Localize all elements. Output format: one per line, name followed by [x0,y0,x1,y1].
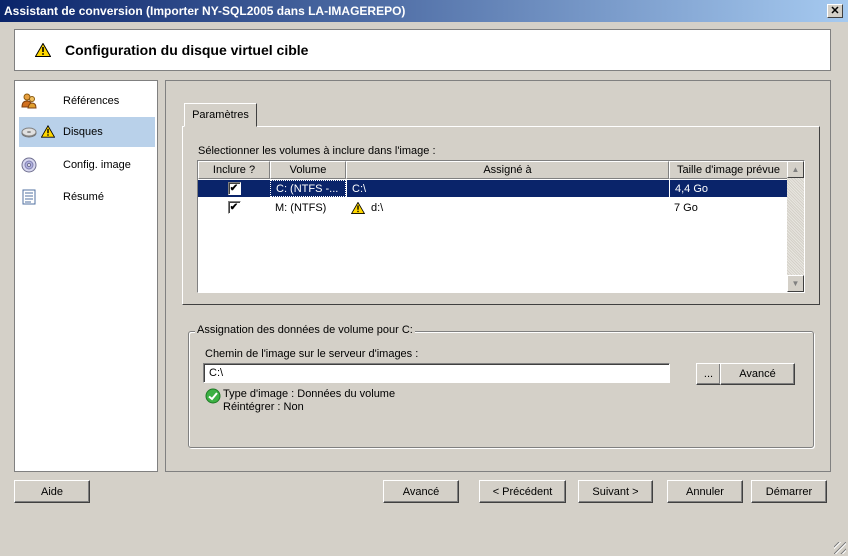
advanced-label: Avancé [402,485,440,498]
include-cell: ✔ [198,180,270,197]
warning-icon [351,201,365,214]
arrow-up-icon: ▲ [791,165,800,174]
column-header-size[interactable]: Taille d'image prévue [669,161,788,179]
nav-item-label: Disques [63,126,103,138]
volume-cell: M: (NTFS) [275,201,327,214]
include-cell: ✔ [198,199,270,216]
reintegrate-text: Réintégrer : Non [223,401,304,413]
window-title: Assistant de conversion (Importer NY-SQL… [4,4,406,18]
browse-button[interactable]: ... [696,363,721,385]
image-path-input[interactable] [203,363,670,383]
warning-icon [35,43,51,57]
arrow-down-icon: ▼ [791,279,800,288]
header-panel: Configuration du disque virtuel cible [14,29,831,71]
scroll-up-button[interactable]: ▲ [787,161,804,178]
users-icon [21,93,37,109]
assigned-cell: C:\ [346,180,669,197]
cancel-label: Annuler [686,485,724,498]
volumes-list[interactable]: Inclure ? Volume Assigné à Taille d'imag… [197,160,805,293]
previous-button[interactable]: < Précédent [479,480,566,503]
advanced-button[interactable]: Avancé [383,480,459,503]
page-title: Configuration du disque virtuel cible [65,42,309,58]
next-label: Suivant > [592,485,639,498]
image-info: Type d'image : Données du volume Réintég… [205,388,395,414]
advanced-label: Avancé [739,368,776,380]
close-icon: ✕ [830,4,840,17]
column-header-include[interactable]: Inclure ? [198,161,270,179]
warning-icon [40,124,56,141]
previous-label: < Précédent [492,485,553,498]
check-icon: ✔ [229,201,239,213]
path-label: Chemin de l'image sur le serveur d'image… [205,348,419,360]
include-checkbox[interactable]: ✔ [227,201,241,214]
image-type-text: Type d'image : Données du volume [223,388,396,400]
column-header-volume[interactable]: Volume [270,161,346,179]
nav-item-references[interactable]: Références [19,86,155,116]
scroll-down-button[interactable]: ▼ [787,275,804,292]
check-circle-icon [205,388,221,404]
table-row[interactable]: ✔ M: (NTFS) d:\ 7 Go [198,199,788,216]
list-header: Inclure ? Volume Assigné à Taille d'imag… [198,161,788,179]
volume-cell: C: (NTFS -... [270,180,346,197]
cancel-button[interactable]: Annuler [667,480,743,503]
help-button[interactable]: Aide [14,480,90,503]
group-advanced-button[interactable]: Avancé [720,363,795,385]
cd-icon [21,157,37,173]
tab-panel: Sélectionner les volumes à inclure dans … [182,126,820,305]
size-cell: 4,4 Go [669,180,788,197]
title-bar[interactable]: Assistant de conversion (Importer NY-SQL… [0,0,848,22]
group-legend: Assignation des données de volume pour C… [195,324,415,336]
content-panel: Paramètres Sélectionner les volumes à in… [165,80,831,472]
volumes-label: Sélectionner les volumes à inclure dans … [198,145,436,157]
volume-assignment-group: Assignation des données de volume pour C… [188,324,814,448]
wizard-nav: Références Disques Config. image Résumé [14,80,158,472]
disk-icon [21,124,37,140]
browse-label: ... [703,368,714,380]
nav-item-label: Config. image [63,159,131,171]
start-label: Démarrer [765,485,813,498]
check-icon: ✔ [229,182,239,194]
vertical-scrollbar[interactable]: ▲ ▼ [787,161,804,292]
nav-item-image-config[interactable]: Config. image [19,150,155,180]
size-cell: 7 Go [674,201,698,214]
help-label: Aide [40,485,64,498]
close-button[interactable]: ✕ [827,4,843,18]
column-header-assigned[interactable]: Assigné à [346,161,669,179]
tab-label: Paramètres [192,109,249,121]
nav-item-label: Résumé [63,191,104,203]
assigned-cell: d:\ [346,199,669,216]
document-icon [21,189,37,205]
include-checkbox[interactable]: ✔ [227,182,241,195]
next-button[interactable]: Suivant > [578,480,653,503]
assigned-text: d:\ [371,201,384,214]
nav-item-summary[interactable]: Résumé [19,182,155,212]
nav-item-disks[interactable]: Disques [19,117,155,147]
tab-parameters[interactable]: Paramètres [184,103,257,127]
resize-grip-icon[interactable] [834,542,846,554]
wizard-window: Assistant de conversion (Importer NY-SQL… [0,0,848,556]
nav-item-label: Références [63,95,120,107]
start-button[interactable]: Démarrer [751,480,827,503]
table-row[interactable]: ✔ C: (NTFS -... C:\ 4,4 Go [198,180,788,197]
